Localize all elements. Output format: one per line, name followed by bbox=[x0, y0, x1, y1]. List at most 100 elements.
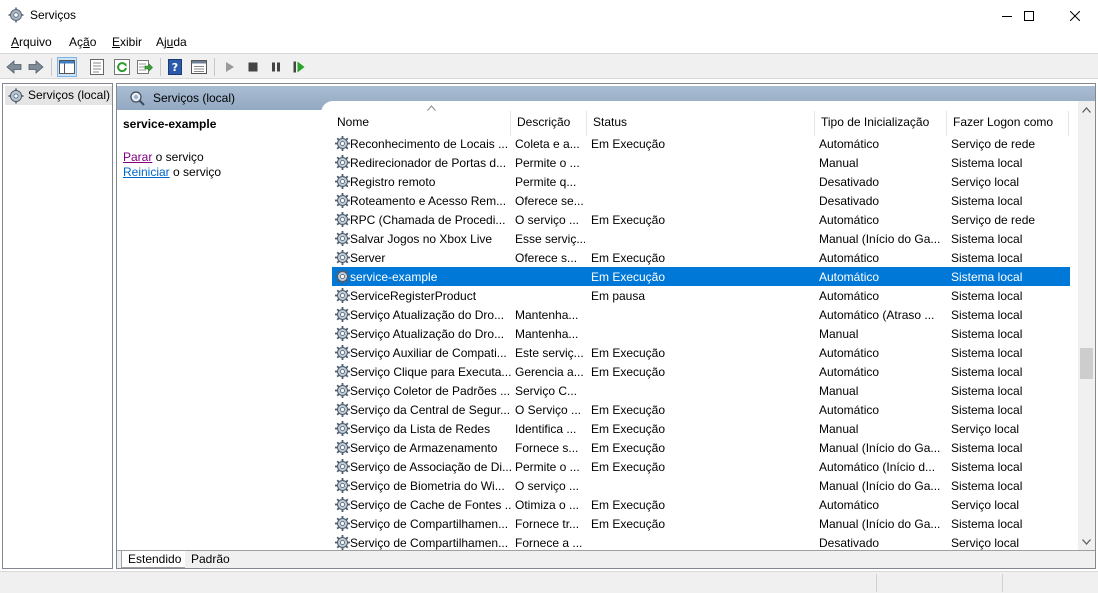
service-description-cell: O serviço ... bbox=[515, 479, 580, 493]
service-description-cell: Fornece tr... bbox=[515, 517, 580, 531]
column-header-log-on-as[interactable]: Fazer Logon como bbox=[947, 111, 1069, 136]
svg-text:?: ? bbox=[172, 61, 178, 74]
service-row[interactable]: Serviço da Lista de Redes Identifica ... E… bbox=[332, 419, 1070, 438]
service-row[interactable]: Serviço de Cache de Fontes ... Otimiza o … bbox=[332, 495, 1070, 514]
restart-icon bbox=[293, 61, 305, 73]
magnifier-gear-icon bbox=[130, 91, 145, 106]
service-name-cell: Serviço Clique para Executa... bbox=[350, 365, 511, 379]
service-row[interactable]: Registro remoto Permite q... Desativado Ser… bbox=[332, 172, 1070, 191]
service-gear-icon bbox=[335, 307, 350, 322]
tree-item-services-local[interactable]: Serviços (local) bbox=[5, 86, 112, 105]
service-name-cell: Serviço Atualização do Dro... bbox=[350, 308, 505, 322]
service-gear-icon bbox=[335, 231, 350, 246]
console-tree-icon bbox=[59, 60, 75, 74]
service-name-cell: Registro remoto bbox=[350, 175, 436, 189]
tab-estendido[interactable]: Estendido bbox=[121, 551, 185, 568]
chevron-up-icon bbox=[1082, 106, 1091, 113]
show-action-pane-button[interactable] bbox=[189, 57, 209, 77]
restart-service-suffix: o serviço bbox=[169, 165, 222, 179]
vertical-scrollbar[interactable] bbox=[1078, 101, 1095, 550]
service-logon-cell: Sistema local bbox=[951, 232, 1023, 246]
service-startup-type-cell: Automático bbox=[819, 251, 880, 265]
service-gear-icon bbox=[335, 212, 350, 227]
service-startup-type-cell: Manual bbox=[819, 327, 859, 341]
stop-service-button[interactable] bbox=[243, 57, 263, 77]
service-row[interactable]: Roteamento e Acesso Rem... Oferece se... D… bbox=[332, 191, 1070, 210]
toolbar: ? bbox=[0, 53, 1098, 79]
column-header-name[interactable]: Nome bbox=[331, 105, 511, 136]
start-service-button[interactable] bbox=[220, 57, 240, 77]
service-row[interactable]: Salvar Jogos no Xbox Live Esse serviç... M… bbox=[332, 229, 1070, 248]
scroll-thumb[interactable] bbox=[1080, 348, 1093, 379]
service-name-cell: Serviço de Associação de Di... bbox=[350, 460, 511, 474]
menu-bar: Arquivo Ação Exibir Ajuda bbox=[0, 31, 1098, 53]
service-row[interactable]: Serviço de Biometria do Wi... O serviço .… bbox=[332, 476, 1070, 495]
service-row[interactable]: service-example Em Execução Automático Sist… bbox=[332, 267, 1070, 286]
service-row[interactable]: Reconhecimento de Locais ... Coleta e a..… bbox=[332, 134, 1070, 153]
tab-padrao[interactable]: Padrão bbox=[187, 551, 239, 568]
service-row[interactable]: Serviço de Compartilhamen... Fornece a ..… bbox=[332, 533, 1070, 550]
service-row[interactable]: Serviço da Central de Segur... O Serviço … bbox=[332, 400, 1070, 419]
service-row[interactable]: Redirecionador de Portas d... Permite o .… bbox=[332, 153, 1070, 172]
service-row[interactable]: Serviço Atualização do Dro... Mantenha...… bbox=[332, 324, 1070, 343]
service-row[interactable]: Serviço de Associação de Di... Permite o … bbox=[332, 457, 1070, 476]
service-row[interactable]: Serviço de Compartilhamen... Fornece tr..… bbox=[332, 514, 1070, 533]
restart-service-link[interactable]: Reiniciar bbox=[123, 165, 170, 179]
service-gear-icon bbox=[335, 345, 350, 360]
menu-ajuda[interactable]: Ajuda bbox=[156, 35, 187, 49]
service-gear-icon bbox=[335, 421, 350, 436]
service-row[interactable]: Serviço de Armazenamento Fornece s... Em E… bbox=[332, 438, 1070, 457]
service-gear-icon bbox=[335, 136, 350, 151]
column-header-description[interactable]: Descrição bbox=[511, 111, 587, 136]
close-button[interactable] bbox=[1052, 0, 1098, 31]
menu-exibir[interactable]: Exibir bbox=[112, 35, 142, 49]
service-row[interactable]: Serviço Atualização do Dro... Mantenha...… bbox=[332, 305, 1070, 324]
service-row[interactable]: RPC (Chamada de Procedi... O serviço ... E… bbox=[332, 210, 1070, 229]
service-row[interactable]: Serviço Auxiliar de Compati... Este servi… bbox=[332, 343, 1070, 362]
service-logon-cell: Serviço de rede bbox=[951, 137, 1036, 151]
service-description-cell: Permite o ... bbox=[515, 460, 580, 474]
service-logon-cell: Sistema local bbox=[951, 479, 1023, 493]
service-gear-icon bbox=[335, 535, 350, 550]
export-list-button[interactable] bbox=[135, 57, 155, 77]
menu-arquivo[interactable]: Arquivo bbox=[11, 35, 52, 49]
forward-button[interactable] bbox=[26, 57, 46, 77]
service-row[interactable]: Serviço Clique para Executa... Gerencia a… bbox=[332, 362, 1070, 381]
service-name-cell: Roteamento e Acesso Rem... bbox=[350, 194, 507, 208]
service-row[interactable]: ServiceRegisterProduct Em pausa Automático… bbox=[332, 286, 1070, 305]
restart-service-button[interactable] bbox=[289, 57, 309, 77]
service-gear-icon bbox=[335, 440, 350, 455]
stop-service-link[interactable]: Parar bbox=[123, 150, 152, 164]
maximize-button[interactable] bbox=[1006, 0, 1052, 31]
service-name-cell: Redirecionador de Portas d... bbox=[350, 156, 507, 170]
refresh-button[interactable] bbox=[112, 57, 132, 77]
show-console-tree-button[interactable] bbox=[57, 57, 77, 77]
help-button[interactable]: ? bbox=[165, 57, 185, 77]
console-tree: Serviços (local) bbox=[2, 83, 113, 569]
service-name-cell: Serviço de Cache de Fontes ... bbox=[350, 498, 511, 512]
service-name-cell: Serviço Atualização do Dro... bbox=[350, 327, 505, 341]
service-logon-cell: Sistema local bbox=[951, 346, 1023, 360]
properties-button[interactable] bbox=[87, 57, 107, 77]
back-button[interactable] bbox=[4, 57, 24, 77]
service-gear-icon bbox=[335, 288, 350, 303]
service-logon-cell: Serviço local bbox=[951, 498, 1020, 512]
service-logon-cell: Sistema local bbox=[951, 289, 1023, 303]
service-startup-type-cell: Automático (Início d... bbox=[819, 460, 936, 474]
service-logon-cell: Serviço local bbox=[951, 536, 1020, 550]
service-row[interactable]: Server Oferece s... Em Execução Automático S… bbox=[332, 248, 1070, 267]
column-header-status[interactable]: Status bbox=[587, 111, 815, 136]
service-description-cell: Otimiza o ... bbox=[515, 498, 580, 512]
column-header-startup-type[interactable]: Tipo de Inicialização bbox=[815, 111, 947, 136]
menu-acao[interactable]: Ação bbox=[69, 35, 96, 49]
pause-service-button[interactable] bbox=[266, 57, 286, 77]
service-logon-cell: Sistema local bbox=[951, 270, 1023, 284]
scroll-down-button[interactable] bbox=[1078, 533, 1095, 550]
scroll-up-button[interactable] bbox=[1078, 101, 1095, 118]
service-status-cell: Em Execução bbox=[591, 365, 666, 379]
service-row[interactable]: Serviço Coletor de Padrões ... Serviço C.… bbox=[332, 381, 1070, 400]
description-panel: service-example Parar o serviço Reinicia… bbox=[117, 110, 321, 550]
service-logon-cell: Sistema local bbox=[951, 365, 1023, 379]
service-description-cell: Fornece s... bbox=[515, 441, 579, 455]
column-header-label: Tipo de Inicialização bbox=[821, 115, 930, 129]
